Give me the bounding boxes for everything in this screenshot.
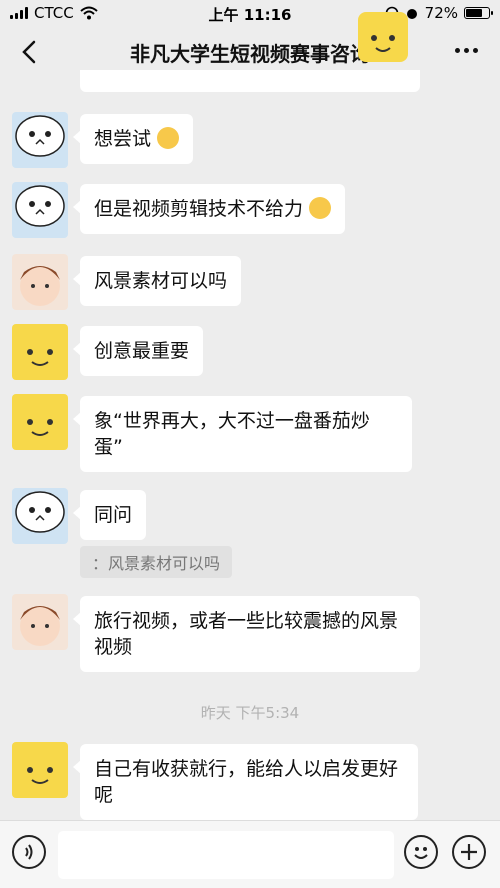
- message-text: 同问: [94, 504, 133, 526]
- star-eyes-emoji-icon: [157, 127, 180, 149]
- quoted-message[interactable]: ：风景素材可以吗: [80, 546, 233, 578]
- message-bubble[interactable]: 象“世界再大，大不过一盘番茄炒蛋”: [73, 396, 412, 472]
- message-text: 风景素材可以吗: [94, 270, 228, 292]
- battery-label: 72%: [424, 4, 458, 22]
- partial-bubble: [80, 70, 420, 92]
- voice-wave-icon: [25, 844, 33, 860]
- message-input[interactable]: [58, 831, 394, 879]
- yellow-avatar[interactable]: [12, 742, 68, 798]
- emoji-button-icon[interactable]: [404, 835, 438, 869]
- plus-button-icon[interactable]: [452, 835, 486, 869]
- sticker-avatar[interactable]: [12, 182, 68, 238]
- message-bubble[interactable]: 风景素材可以吗: [72, 256, 242, 306]
- message-bubble[interactable]: 同问: [72, 490, 147, 540]
- message-bubble[interactable]: 自己有收获就行，能给人以启发更好呢: [73, 744, 418, 820]
- sticker-avatar[interactable]: [12, 112, 68, 168]
- message-text: 创意最重要: [94, 340, 190, 362]
- battery-icon: [464, 7, 493, 19]
- message-bubble[interactable]: 想尝试: [72, 114, 194, 164]
- status-bar: CTCC 上午 11:16 72%: [0, 0, 500, 26]
- message-text: 自己有收获就行，能给人以启发更好呢: [94, 758, 399, 806]
- timestamp: 昨天 下午5:34: [200, 704, 300, 722]
- pleading-emoji-icon: [309, 197, 332, 219]
- yellow-avatar[interactable]: [12, 394, 68, 450]
- message-bubble[interactable]: 旅行视频，或者一些比较震撼的风景视频: [73, 596, 420, 672]
- floating-sticker-icon: [358, 12, 408, 62]
- boy-avatar[interactable]: [12, 594, 68, 650]
- input-bar: [0, 820, 500, 888]
- plus-icon: [461, 844, 477, 860]
- message-list: 想尝试 但是视频剪辑技术不给力 风景素材可以吗 创意最重要 象“世界再大，大不过…: [0, 70, 500, 820]
- message-text: 旅行视频，或者一些比较震撼的风景视频: [94, 610, 399, 658]
- battery-fill: [466, 9, 482, 17]
- message-bubble[interactable]: 创意最重要: [72, 326, 204, 376]
- voice-input-icon[interactable]: [12, 835, 46, 869]
- message-text: 想尝试: [94, 128, 152, 150]
- chat-title: 非凡大学生短视频赛事咨询: [130, 42, 370, 66]
- boy-avatar[interactable]: [12, 254, 68, 310]
- message-text: 象“世界再大，大不过一盘番茄炒蛋”: [94, 410, 370, 458]
- quoted-text: ：风景素材可以吗: [92, 554, 221, 573]
- message-bubble[interactable]: 但是视频剪辑技术不给力: [72, 184, 346, 234]
- more-options-icon[interactable]: [455, 48, 478, 53]
- message-text: 但是视频剪辑技术不给力: [94, 198, 304, 220]
- yellow-avatar[interactable]: [12, 324, 68, 380]
- sticker-avatar[interactable]: [12, 488, 68, 544]
- smiley-icon: [414, 847, 428, 859]
